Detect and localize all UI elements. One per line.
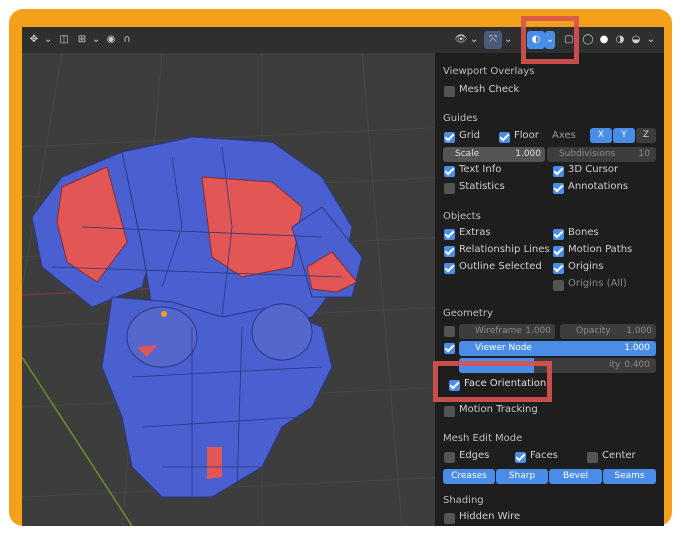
bevel-toggle[interactable]: Bevel — [549, 469, 602, 484]
motion-paths-label: Motion Paths — [568, 244, 633, 255]
guides-heading: Guides — [443, 113, 478, 124]
creases-toggle[interactable]: Creases — [443, 469, 495, 484]
mesh-edit-heading: Mesh Edit Mode — [443, 433, 523, 444]
shading-solid-icon[interactable]: ● — [596, 31, 612, 49]
statistics-label: Statistics — [459, 181, 505, 192]
panel-title: Viewport Overlays — [443, 66, 535, 77]
viewer-node-value: 1.000 — [624, 343, 650, 353]
text-info-checkbox[interactable] — [444, 166, 455, 177]
falloff-icon[interactable]: ∩ — [120, 31, 134, 49]
grid-label: Grid — [459, 130, 480, 141]
axis-x-toggle[interactable]: X — [590, 128, 612, 143]
annotations-checkbox[interactable] — [553, 183, 564, 194]
chevron-down-icon[interactable]: ⌄ — [44, 31, 52, 49]
3d-cursor-label: 3D Cursor — [568, 164, 619, 175]
statistics-checkbox[interactable] — [444, 183, 455, 194]
annotations-label: Annotations — [568, 181, 629, 192]
center-label: Center — [602, 450, 636, 461]
view-icon[interactable]: ◫ — [56, 31, 72, 49]
origins-checkbox[interactable] — [553, 263, 564, 274]
faces-label: Faces — [530, 450, 558, 461]
outline-selected-label: Outline Selected — [459, 261, 542, 272]
grid-checkbox[interactable] — [444, 132, 455, 143]
viewport-overlays-panel: Viewport Overlays Mesh Check Guides Grid… — [435, 53, 664, 526]
overlay-button-highlight — [521, 16, 579, 64]
extras-checkbox[interactable] — [444, 229, 455, 240]
mesh-check-checkbox[interactable] — [444, 86, 455, 97]
mesh-check-label: Mesh Check — [459, 84, 520, 95]
wireframe-value: 1.000 — [525, 326, 551, 336]
axis-z-toggle[interactable]: Z — [636, 128, 656, 143]
floor-checkbox[interactable] — [499, 132, 510, 143]
origins-label: Origins — [568, 261, 604, 272]
subdivisions-field[interactable]: Subdivisions 10 — [547, 147, 656, 162]
motion-paths-checkbox[interactable] — [553, 246, 564, 257]
floor-label: Floor — [514, 130, 539, 141]
axis-y-toggle[interactable]: Y — [613, 128, 635, 143]
relationship-lines-checkbox[interactable] — [444, 246, 455, 257]
hidden-wire-checkbox[interactable] — [444, 513, 455, 524]
hidden-slider-value: 0.400 — [624, 360, 650, 370]
blender-window: ✥ ⌄ ◫ ⊞ ⌄ ◉ ∩ 👁 ⌄ ⤧ ⌄ ◐ ⌄ ▢ ◯ ● ◑ ◒ ⌄ Vi… — [22, 27, 664, 526]
seams-toggle[interactable]: Seams — [603, 469, 656, 484]
motion-tracking-checkbox[interactable] — [444, 406, 455, 417]
viewer-node-slider[interactable]: Viewer Node 1.000 — [459, 341, 656, 356]
origin-dot — [161, 311, 167, 317]
gizmo-icon[interactable]: ⤧ — [484, 31, 502, 49]
subdivisions-value: 10 — [638, 149, 650, 159]
text-info-label: Text Info — [459, 164, 502, 175]
motion-tracking-label: Motion Tracking — [459, 404, 538, 415]
relationship-lines-label: Relationship Lines — [459, 244, 550, 255]
face-orientation-highlight — [433, 361, 552, 402]
chevron-down-icon[interactable]: ⌄ — [646, 31, 656, 49]
cursor-icon[interactable]: ✥ — [26, 31, 42, 49]
wireframe-checkbox[interactable] — [444, 326, 455, 337]
bones-label: Bones — [568, 227, 599, 238]
center-checkbox[interactable] — [587, 452, 598, 463]
shading-heading: Shading — [443, 495, 484, 506]
chevron-down-icon[interactable]: ⌄ — [504, 31, 512, 49]
axes-label: Axes — [552, 130, 576, 141]
proportional-icon[interactable]: ◉ — [104, 31, 118, 49]
scale-label: Scale — [455, 149, 480, 159]
mesh-red-patch-chin — [207, 447, 222, 479]
visibility-icon[interactable]: 👁 — [452, 31, 470, 49]
edges-label: Edges — [459, 450, 490, 461]
scale-field[interactable]: Scale 1.000 — [443, 147, 545, 162]
snap-icon[interactable]: ⊞ — [74, 31, 90, 49]
3d-cursor-checkbox[interactable] — [553, 166, 564, 177]
wireframe-label: Wireframe — [475, 326, 522, 336]
objects-heading: Objects — [443, 211, 481, 222]
opacity-value: 1.000 — [626, 326, 652, 336]
subdivisions-label: Subdivisions — [559, 149, 616, 159]
wireframe-field[interactable]: Wireframe 1.000 — [459, 324, 555, 339]
viewer-node-checkbox[interactable] — [444, 343, 455, 354]
faces-checkbox[interactable] — [515, 452, 526, 463]
shading-material-icon[interactable]: ◑ — [612, 31, 628, 49]
opacity-label: Opacity — [576, 326, 611, 336]
extras-label: Extras — [459, 227, 491, 238]
edges-checkbox[interactable] — [444, 452, 455, 463]
shading-wire-icon[interactable]: ◯ — [580, 31, 596, 49]
viewer-node-label: Viewer Node — [475, 343, 532, 353]
origins-all-label: Origins (All) — [568, 278, 627, 289]
origins-all-checkbox[interactable] — [553, 280, 564, 291]
bones-checkbox[interactable] — [553, 229, 564, 240]
hidden-wire-label: Hidden Wire — [459, 511, 521, 522]
geometry-heading: Geometry — [443, 308, 493, 319]
chevron-down-icon[interactable]: ⌄ — [92, 31, 100, 49]
scale-value: 1.000 — [515, 149, 541, 159]
right-eye — [251, 303, 313, 361]
sharp-toggle[interactable]: Sharp — [496, 469, 548, 484]
hidden-slider-label: ity — [609, 360, 621, 370]
outline-selected-checkbox[interactable] — [444, 263, 455, 274]
opacity-field[interactable]: Opacity 1.000 — [560, 324, 656, 339]
shading-rendered-icon[interactable]: ◒ — [628, 31, 644, 49]
chevron-down-icon[interactable]: ⌄ — [470, 31, 478, 49]
